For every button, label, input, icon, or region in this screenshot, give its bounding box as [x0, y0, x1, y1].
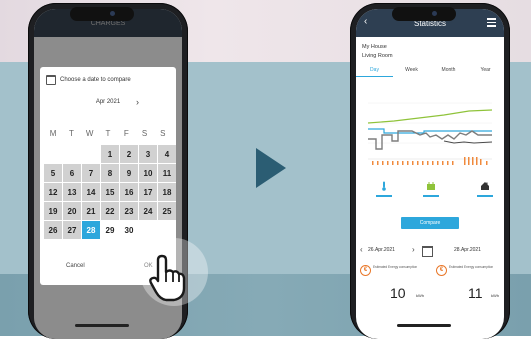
back-arrow-icon[interactable]: ‹ [364, 17, 367, 27]
calendar-day[interactable]: 19 [44, 202, 62, 220]
calendar-icon[interactable] [422, 246, 433, 257]
calendar-day[interactable]: 11 [158, 164, 176, 182]
calendar-day[interactable]: 26 [44, 221, 62, 239]
house-icon [481, 182, 489, 190]
dialog-title: Choose a date to compare [46, 75, 131, 85]
consumption-line [368, 130, 492, 150]
unit-label: kWh [491, 293, 499, 298]
chevron-left-icon[interactable]: ‹ [360, 245, 363, 255]
calendar-day[interactable]: 8 [101, 164, 119, 182]
tab-day[interactable]: Day [356, 63, 393, 77]
weekday-label: W [85, 129, 94, 138]
phone-notch [70, 7, 134, 21]
home-indicator [397, 324, 451, 327]
consumption-label: Estimated Energy consumption [449, 265, 494, 269]
calendar-empty-cell [158, 221, 176, 239]
energy-chart [367, 102, 493, 165]
month-label: Apr 2021 [95, 99, 121, 105]
calendar-day[interactable]: 17 [139, 183, 157, 201]
weekday-header: MTWTFSS [44, 129, 172, 138]
weekday-label: M [49, 129, 57, 138]
cancel-button[interactable]: Cancel [66, 263, 85, 269]
calendar-day[interactable]: 7 [82, 164, 100, 182]
tab-week[interactable]: Week [393, 63, 430, 77]
date-right[interactable]: 28.Apr.2021 [454, 247, 481, 253]
consumption-value-left: 10 [390, 285, 406, 301]
energy-icon: € [436, 265, 447, 276]
calendar-day[interactable]: 13 [63, 183, 81, 201]
house-name: My House [362, 44, 387, 50]
legend-icons [356, 179, 504, 201]
consumption-value-right: 11 [468, 285, 483, 301]
calendar-day[interactable]: 24 [139, 202, 157, 220]
calendar-day[interactable]: 4 [158, 145, 176, 163]
calendar-day[interactable]: 28 [82, 221, 100, 239]
calendar-day[interactable]: 22 [101, 202, 119, 220]
calendar-day[interactable]: 12 [44, 183, 62, 201]
chevron-right-icon[interactable]: › [412, 245, 415, 255]
hamburger-menu-icon[interactable] [487, 18, 496, 29]
next-month-chevron-icon[interactable]: › [136, 97, 139, 107]
weekday-label: F [123, 129, 129, 138]
legend-underline [376, 195, 392, 197]
arrow-right-icon [256, 148, 286, 188]
home-indicator [75, 324, 129, 327]
calendar-day[interactable]: 14 [82, 183, 100, 201]
consumption-label: Estimated Energy consumption [373, 265, 418, 269]
calendar-day[interactable]: 10 [139, 164, 157, 182]
location-label: My House Living Room [362, 43, 393, 61]
calendar-empty-cell [44, 145, 62, 163]
month-selector: Apr 2021 › [40, 97, 176, 107]
thermometer-icon [382, 181, 386, 191]
calendar-day[interactable]: 2 [120, 145, 138, 163]
camera-icon [110, 11, 115, 16]
calendar-icon [46, 75, 56, 85]
calendar-day[interactable]: 27 [63, 221, 81, 239]
calendar-day[interactable]: 15 [101, 183, 119, 201]
tab-month[interactable]: Month [430, 63, 467, 77]
calendar-empty-cell [139, 221, 157, 239]
dialog-title-text: Choose a date to compare [60, 77, 131, 83]
calendar-day[interactable]: 5 [44, 164, 62, 182]
calendar-day[interactable]: 18 [158, 183, 176, 201]
compare-date-row: ‹ 26.Apr.2021 › 28.Apr.2021 [356, 245, 504, 257]
room-name: Living Room [362, 53, 393, 59]
calendar-day[interactable]: 21 [82, 202, 100, 220]
heater-icon [427, 182, 435, 190]
camera-icon [432, 11, 437, 16]
temperature-line [367, 109, 493, 124]
calendar-day: 29 [105, 225, 115, 235]
calendar-day[interactable]: 25 [158, 202, 176, 220]
calendar-empty-cell [82, 145, 100, 163]
calendar-day[interactable]: 1 [101, 145, 119, 163]
legend-underline [477, 195, 493, 197]
calendar-day[interactable]: 16 [120, 183, 138, 201]
calendar-day[interactable]: 6 [63, 164, 81, 182]
phone-notch [392, 7, 456, 21]
energy-icon: € [360, 265, 371, 276]
calendar-day: 30 [124, 225, 134, 235]
calendar-day[interactable]: 3 [139, 145, 157, 163]
calendar-grid: 1 2 3 4 5 6 7 8 9 10 11 12 13 14 15 16 17 18 19 20 21 22 23 24 2… [44, 145, 176, 239]
calendar-day[interactable]: 9 [120, 164, 138, 182]
right-phone-screen: ‹ Statistics My House Living Room Day Wee… [356, 9, 504, 339]
calendar-day[interactable]: 23 [120, 202, 138, 220]
calendar-empty-cell [63, 145, 81, 163]
unit-label: kWh [416, 293, 424, 298]
calendar-day[interactable]: 20 [63, 202, 81, 220]
period-tabs: Day Week Month Year [356, 63, 504, 77]
weekday-label: S [160, 129, 166, 138]
legend-underline [423, 195, 439, 197]
weekday-label: T [68, 129, 74, 138]
pointing-hand-icon [149, 254, 186, 302]
weekday-label: S [141, 129, 148, 138]
right-phone: ‹ Statistics My House Living Room Day Wee… [350, 3, 510, 339]
orange-bars [372, 157, 488, 165]
compare-button[interactable]: Compare [401, 217, 459, 229]
tab-year[interactable]: Year [467, 63, 504, 77]
weekday-label: T [105, 129, 111, 138]
date-left[interactable]: 26.Apr.2021 [368, 247, 395, 253]
